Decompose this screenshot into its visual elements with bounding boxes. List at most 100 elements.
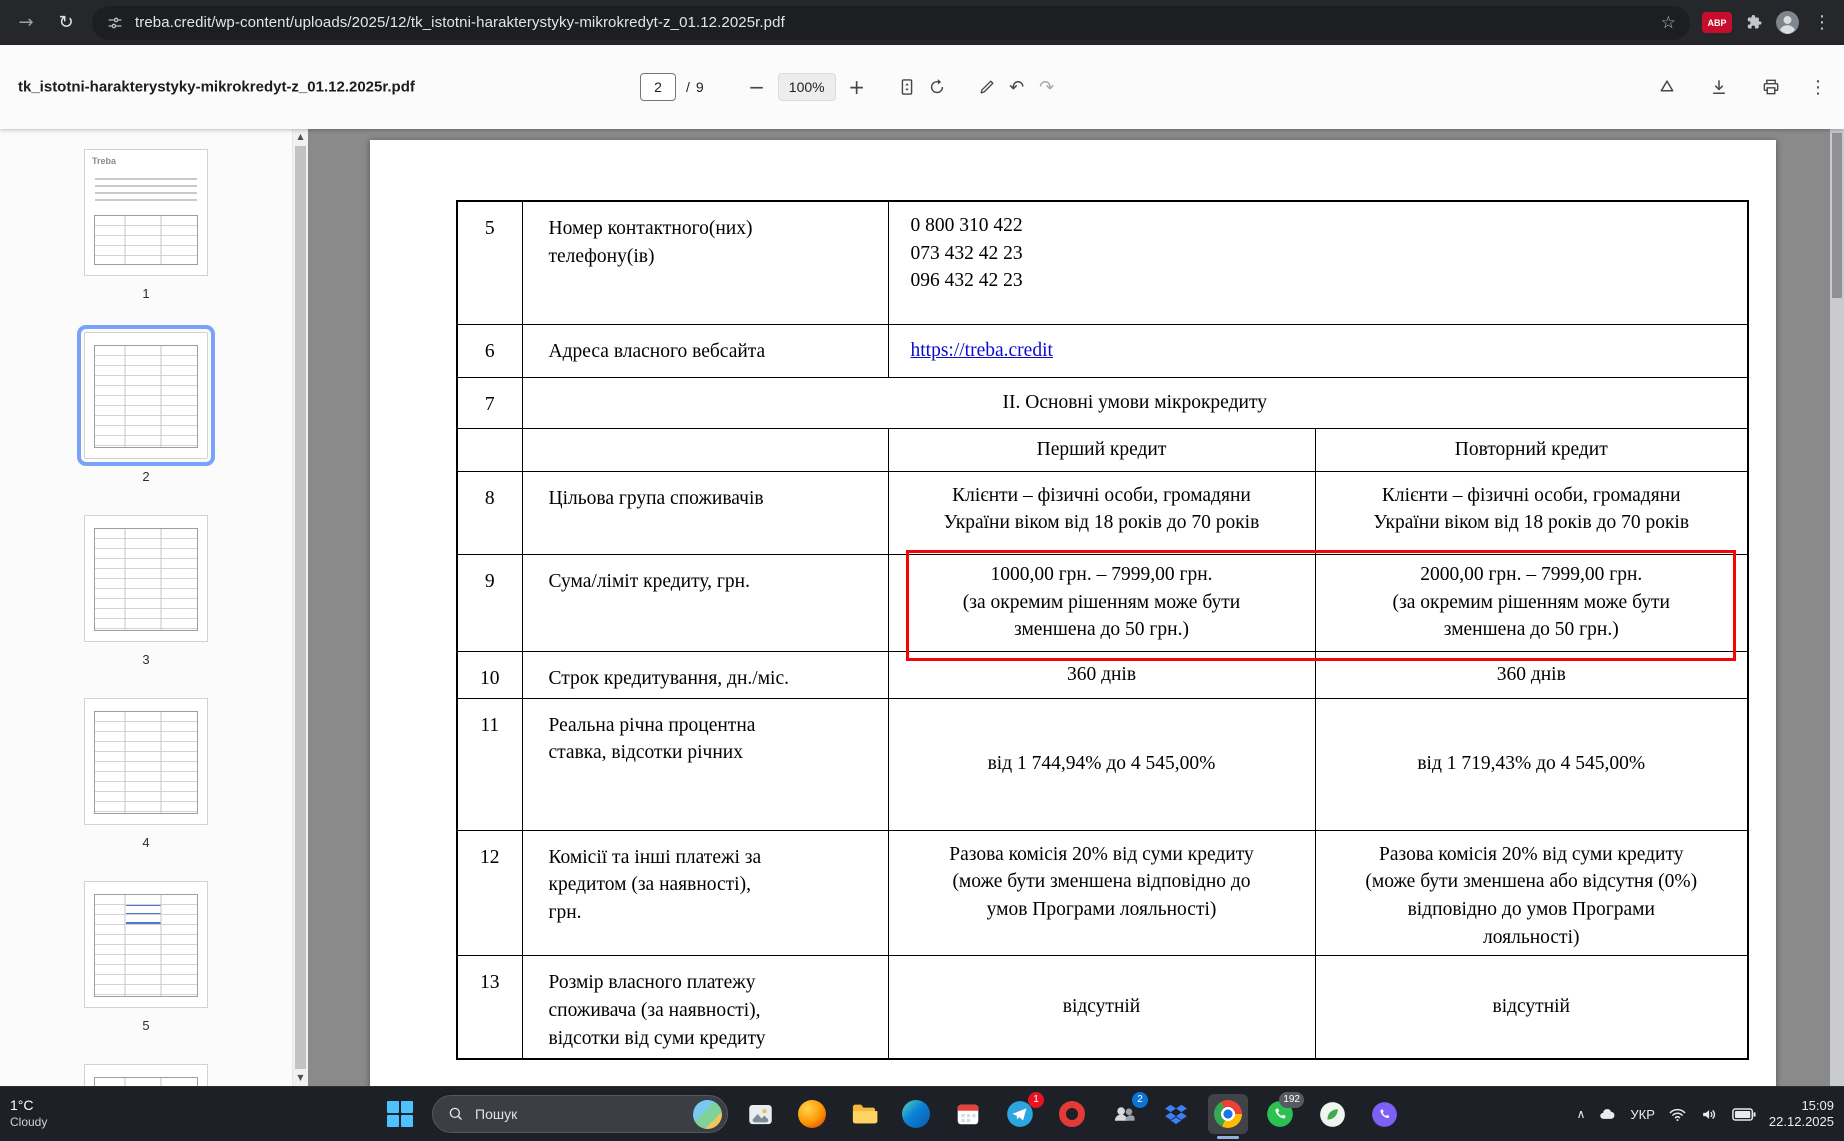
viber-icon[interactable] [1364,1094,1404,1134]
row-number-cell: 5 [456,200,523,325]
whatsapp-icon[interactable]: 192 [1260,1092,1304,1134]
doc-table: 5 Номер контактного(них) телефону(ів) 0 … [456,200,1749,1060]
fit-page-icon[interactable] [892,72,922,102]
undo-icon[interactable]: ↶ [1002,72,1032,102]
calendar-app-icon[interactable] [948,1094,988,1134]
search-daily-image[interactable] [693,1099,722,1129]
search-box[interactable]: Пошук [432,1095,728,1133]
thumbnail-preview[interactable] [84,881,208,1008]
photos-app-icon[interactable] [740,1094,780,1134]
redo-icon[interactable]: ↷ [1032,72,1062,102]
row-number-cell [456,427,523,472]
browser-menu-icon[interactable]: ⋮ [1812,12,1832,33]
clock-date: 22.12.2025 [1768,1114,1834,1129]
thumbnail-page-4[interactable]: 4 [84,698,208,855]
thumbnail-number: 1 [142,286,150,301]
value-cell-first: 360 днів [887,650,1316,699]
battery-icon[interactable] [1732,1107,1756,1121]
doc-row-7: 7 ІІ. Основні умови мікрокредиту [456,376,1749,429]
thumbnail-preview[interactable]: Treba [84,149,208,276]
annotate-pen-icon[interactable] [972,72,1002,102]
thumbnail-preview[interactable] [84,515,208,642]
print-icon[interactable] [1756,72,1786,102]
pdf-page: 5 Номер контактного(них) телефону(ів) 0 … [370,140,1776,1086]
thumbnails-list: Treba 1 2 3 4 5 [0,129,292,1086]
volume-icon[interactable] [1700,1105,1719,1124]
wifi-icon[interactable] [1668,1105,1687,1124]
weather-temp: 1°C [10,1097,34,1113]
page-number-input[interactable]: 2 [640,73,676,101]
telegram-badge: 1 [1028,1092,1044,1108]
website-link[interactable]: https://treba.credit [911,340,1053,361]
thumbnail-page-5[interactable]: 5 [84,881,208,1038]
telegram-icon[interactable]: 1 [1000,1092,1044,1134]
start-button[interactable] [380,1094,420,1134]
extensions-puzzle-icon[interactable] [1744,13,1763,32]
scroll-down-icon[interactable]: ▼ [293,1070,308,1086]
forward-icon[interactable]: → [12,12,40,33]
clock-time: 15:09 [1801,1098,1834,1113]
save-to-drive-icon[interactable] [1652,72,1682,102]
pdf-menu-icon[interactable]: ⋮ [1808,77,1828,98]
value-cell-repeat: Клієнти – фізичні особи, громадяни Украї… [1314,470,1749,555]
doc-row-12: 12 Комісії та інші платежі за кредитом (… [456,829,1749,957]
thumbnail-page-2[interactable]: 2 [77,325,215,489]
chrome-icon[interactable] [1208,1094,1248,1134]
value-cell-first: відсутній [887,955,1316,1060]
download-icon[interactable] [1704,72,1734,102]
label-cell: Номер контактного(них) телефону(ів) [521,200,889,325]
zoom-out-button[interactable]: − [742,72,772,102]
label-cell: Сума/ліміт кредиту, грн. [521,553,889,652]
thumbnail-table-sketch [94,528,198,631]
taskbar: 1°C Cloudy Пошук 1 2 192 ∧ УКР 15:09 22.… [0,1086,1844,1141]
bookmark-star-icon[interactable]: ☆ [1661,13,1676,33]
main-scrollbar-thumb[interactable] [1832,133,1842,298]
row-number-cell: 12 [456,829,523,957]
clock[interactable]: 15:09 22.12.2025 [1769,1098,1834,1130]
zoom-in-button[interactable]: + [842,72,872,102]
onedrive-cloud-icon[interactable] [1598,1105,1617,1124]
thumbnail-preview[interactable] [84,1064,208,1086]
rotate-icon[interactable] [922,72,952,102]
value-cell-repeat: відсутній [1314,955,1749,1060]
screen: → ↻ treba.credit/wp-content/uploads/2025… [0,0,1844,1141]
value-cell-first: від 1 744,94% до 4 545,00% [887,697,1316,831]
edge-icon[interactable] [896,1094,936,1134]
doc-row-8: 8 Цільова група споживачів Клієнти – фіз… [456,470,1749,555]
weather-widget[interactable]: 1°C Cloudy [10,1097,47,1131]
dropbox-icon[interactable] [1156,1094,1196,1134]
row-number-cell: 13 [456,955,523,1060]
row-number-cell: 10 [456,650,523,699]
scrollbar-thumb[interactable] [295,146,306,1069]
thumbnail-preview[interactable] [84,698,208,825]
section-title-cell: ІІ. Основні умови мікрокредиту [521,376,1749,429]
file-explorer-icon[interactable] [844,1094,884,1134]
thumbnail-number: 4 [142,835,150,850]
firefox-icon[interactable] [792,1094,832,1134]
pdf-center-controls: 2 / 9 − 100% + ↶ ↷ [640,72,1062,102]
url-bar[interactable]: treba.credit/wp-content/uploads/2025/12/… [92,5,1690,40]
thumbnail-table-sketch [94,215,198,265]
leaf-app-icon[interactable] [1312,1094,1352,1134]
thumbnail-page-6[interactable] [84,1064,208,1086]
row-number-cell: 8 [456,470,523,555]
sidebar-scrollbar[interactable]: ▲ ▼ [292,129,308,1086]
language-indicator[interactable]: УКР [1630,1107,1655,1122]
page-count: 9 [695,79,704,95]
reload-icon[interactable]: ↻ [52,12,80,33]
thumbnail-preview[interactable] [77,325,215,466]
value-cell-repeat: Разова комісія 20% від суми кредиту (мож… [1314,829,1749,957]
site-settings-icon[interactable] [106,14,124,32]
opera-icon[interactable] [1052,1094,1092,1134]
adblock-extension-icon[interactable]: ABP [1702,12,1732,33]
taskbar-apps: Пошук 1 2 192 [380,1087,1404,1141]
thumbnail-table-sketch [94,345,198,448]
tray-chevron-icon[interactable]: ∧ [1577,1107,1586,1121]
profile-avatar-icon[interactable] [1775,10,1800,35]
main-scrollbar[interactable] [1830,129,1844,1086]
thumbnail-page-3[interactable]: 3 [84,515,208,672]
scroll-up-icon[interactable]: ▲ [293,129,308,145]
thumbnail-page-1[interactable]: Treba 1 [84,149,208,306]
pdf-toolbar: tk_istotni-harakterystyky-mikrokredyt-z_… [0,45,1844,129]
people-app-icon[interactable]: 2 [1104,1092,1148,1134]
